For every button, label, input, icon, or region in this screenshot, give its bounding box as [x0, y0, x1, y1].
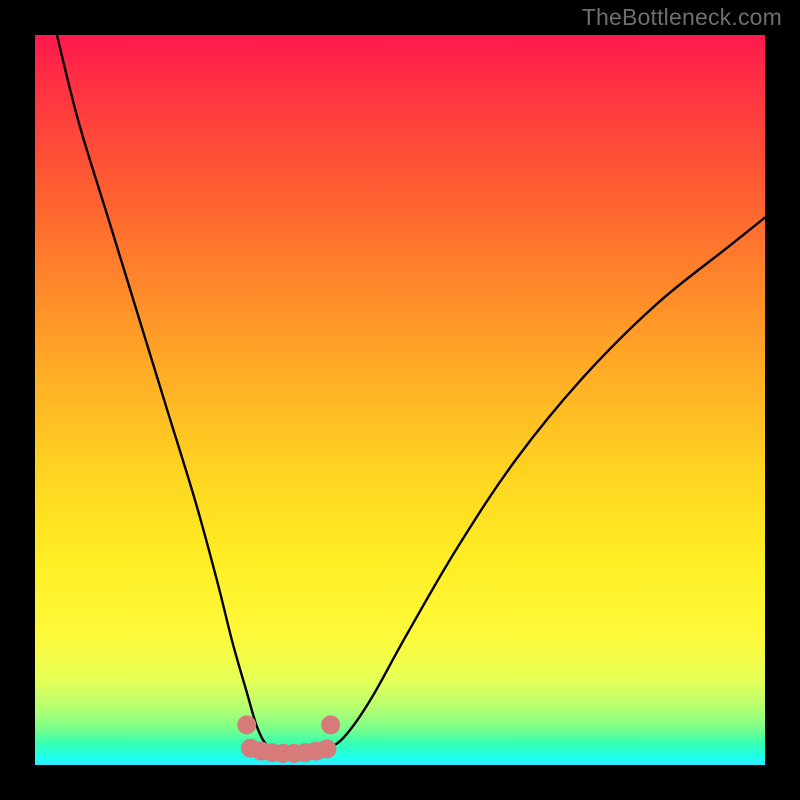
bottleneck-curve-svg — [35, 35, 765, 765]
watermark-text: TheBottleneck.com — [582, 4, 782, 31]
plot-area — [35, 35, 765, 765]
chart-frame: TheBottleneck.com — [0, 0, 800, 800]
bottleneck-curve — [57, 35, 765, 753]
highlight-dot — [321, 715, 340, 734]
highlight-dot — [318, 739, 337, 758]
highlight-dot — [237, 715, 256, 734]
